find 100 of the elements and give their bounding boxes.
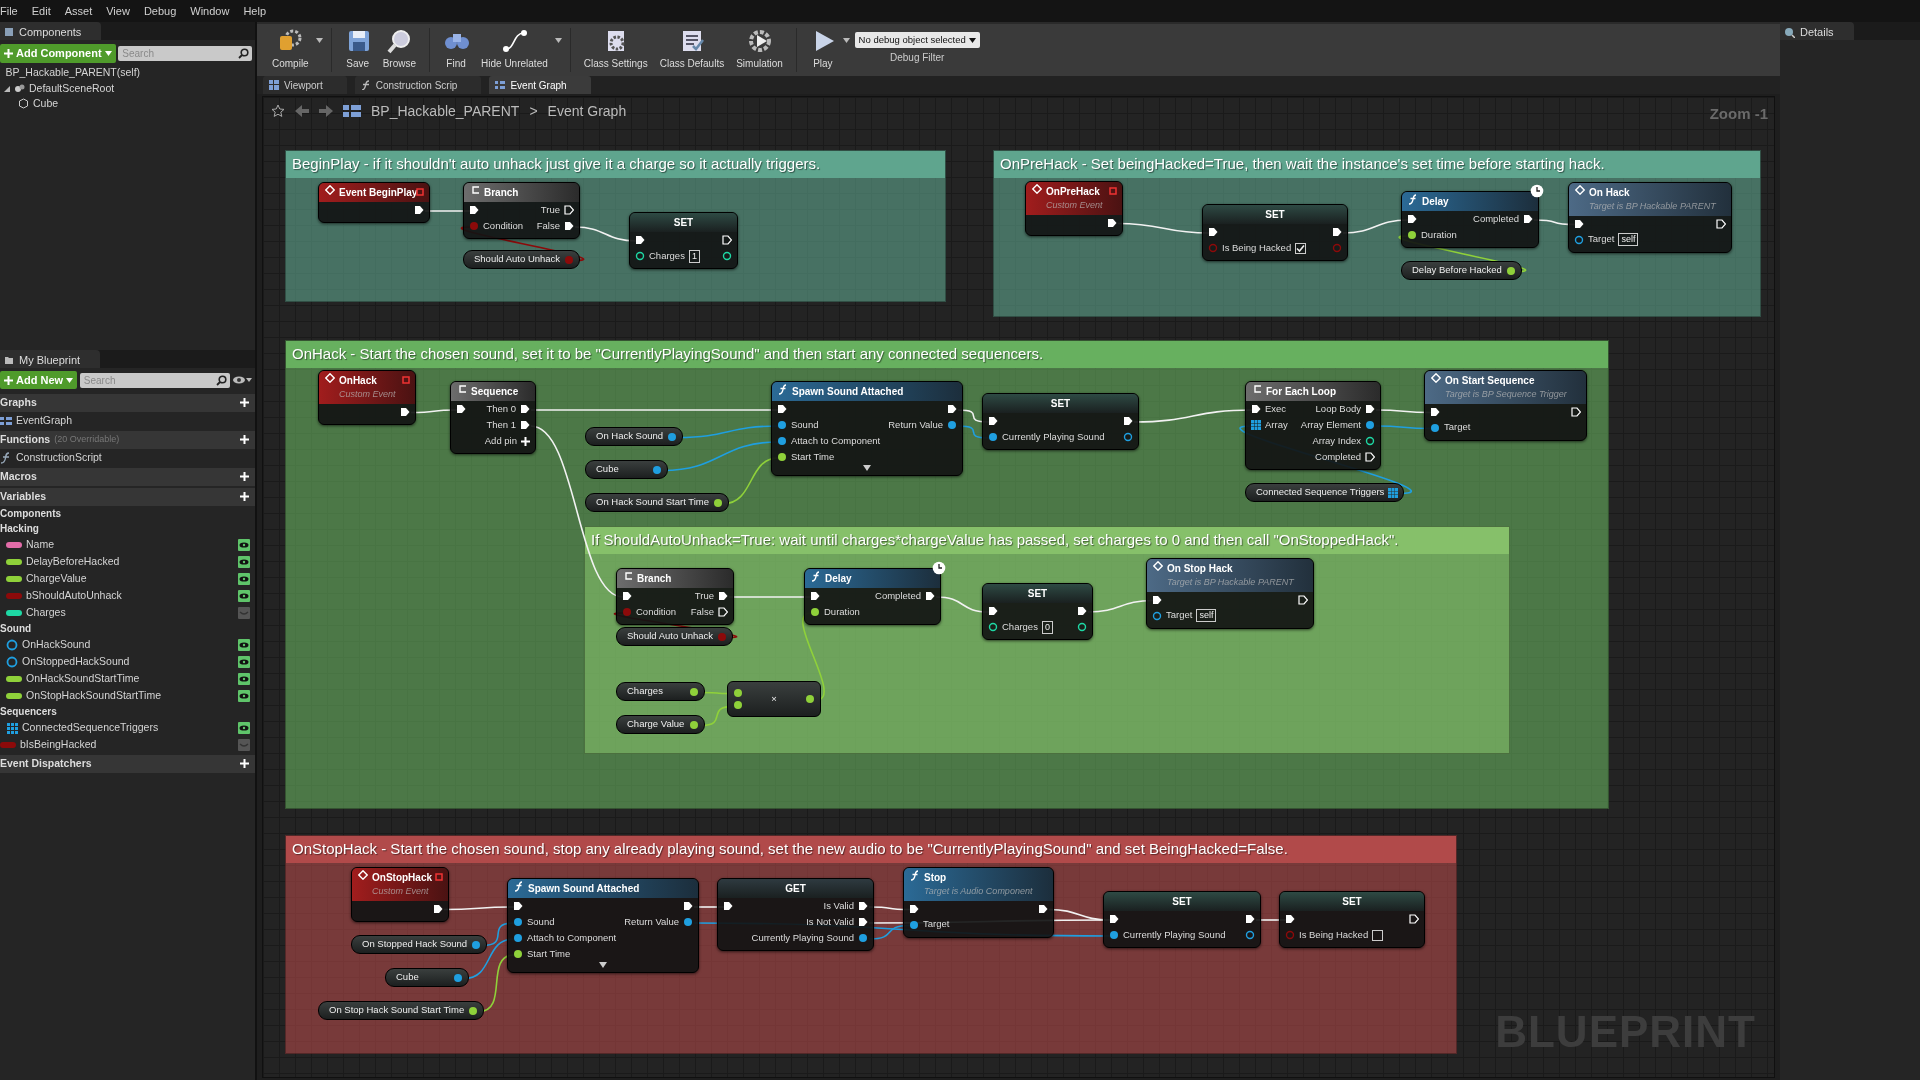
blueprint-node[interactable]: For Each Loop Exec Loop Body Array Array Element Array Index Completed [1245,381,1381,470]
variable-item[interactable]: OnHackSound [22,636,234,653]
exec-pin-icon[interactable] [1077,606,1087,616]
menu-item[interactable]: Edit [31,2,51,20]
delegate-pin-icon[interactable] [435,873,443,881]
add-plus-icon[interactable] [240,397,249,407]
exec-pin-icon[interactable] [520,404,530,414]
pin-icon[interactable] [1123,432,1133,442]
pin-icon[interactable] [1365,420,1375,430]
caret-icon[interactable] [554,38,562,43]
star-icon[interactable] [271,104,285,118]
variable-category[interactable]: Sequencers [0,704,255,719]
caret-icon[interactable] [842,38,850,43]
exec-pin-icon[interactable] [400,406,410,417]
eye-toggle-icon[interactable] [238,589,250,602]
blueprint-node[interactable]: SET Is Being Hacked [1202,204,1348,261]
panel-tab[interactable]: Components [0,22,102,40]
pin-icon[interactable] [652,464,662,475]
blueprint-node[interactable]: On Stop Hack Target is BP Hackable PARENT Target self [1146,558,1314,629]
pin-icon[interactable] [471,939,482,950]
pin-icon[interactable] [689,686,699,697]
menu-item[interactable]: View [106,2,130,20]
pin-icon[interactable] [1505,265,1516,276]
section-header[interactable]: Functions [0,432,51,448]
exec-pin-icon[interactable] [635,235,645,245]
section-header[interactable]: Variables [0,489,47,505]
pin-default-value[interactable]: self [1618,233,1639,246]
exec-pin-icon[interactable] [1571,406,1581,417]
exec-pin-icon[interactable] [1285,914,1295,924]
delegate-pin-icon[interactable] [1109,187,1117,195]
exec-pin-icon[interactable] [858,917,868,927]
exec-pin-icon[interactable] [1332,227,1342,237]
exec-pin-icon[interactable] [1430,406,1440,417]
search-field[interactable]: Search [79,372,216,388]
pin-icon[interactable] [777,452,787,462]
variable-item[interactable]: bShouldAutoUnhack [26,587,234,604]
menu-item[interactable]: Asset [64,2,93,20]
math-node[interactable]: × [727,681,821,717]
add-plus-icon[interactable] [240,471,249,481]
delegate-pin-icon[interactable] [416,188,424,196]
pin-icon[interactable] [513,917,523,927]
pin-default-value[interactable]: 0 [1041,620,1053,634]
editor-tab[interactable]: Event Graph [489,76,591,94]
exec-pin-icon[interactable] [1409,914,1419,924]
exec-pin-icon[interactable] [858,901,868,911]
exec-pin-icon[interactable] [513,901,523,911]
exec-pin-icon[interactable] [1407,214,1417,224]
back-arrow-icon[interactable] [295,105,309,117]
pin-icon[interactable] [988,622,998,632]
exec-pin-icon[interactable] [1208,227,1218,237]
section-header[interactable]: Graphs [0,395,37,411]
exec-pin-icon[interactable] [1038,903,1048,914]
forward-arrow-icon[interactable] [319,105,333,117]
blueprint-node[interactable]: Event BeginPlay [318,182,430,223]
add-plus-icon[interactable] [240,758,249,768]
exec-pin-icon[interactable] [947,404,957,414]
blueprint-node[interactable]: On Hack Target is BP Hackable PARENT Target self [1568,182,1732,253]
menu-item[interactable]: Debug [143,2,177,20]
exec-pin-icon[interactable] [777,404,787,414]
pin-icon[interactable] [805,694,815,704]
blueprint-node[interactable]: Spawn Sound Attached Sound Return Value Attach to Component Start Time [507,878,699,973]
exec-pin-icon[interactable] [909,903,919,914]
blueprint-node[interactable]: Branch True Condition False [616,568,734,625]
section-header[interactable]: Macros [0,469,37,485]
blueprint-node[interactable]: On Start Sequence Target is BP Sequence Trigger Target [1424,370,1587,441]
eye-toggle-icon[interactable] [238,572,250,585]
pin-icon[interactable] [1077,622,1087,632]
pin-icon[interactable] [513,949,523,959]
exec-pin-icon[interactable] [925,591,935,601]
variable-item[interactable]: OnStopHackSoundStartTime [26,687,234,704]
delegate-pin-icon[interactable] [402,376,410,384]
exec-pin-icon[interactable] [520,420,530,430]
expand-arrow-icon[interactable] [599,962,607,968]
pin-icon[interactable] [777,420,787,430]
pin-icon[interactable] [468,1005,479,1016]
pin-checkbox[interactable] [1372,929,1384,941]
variable-getter-node[interactable]: Should Auto Unhack [463,250,581,269]
toolbar-button[interactable]: Find [438,28,475,71]
eye-toggle-icon[interactable] [238,538,250,551]
eye-toggle-icon[interactable] [238,721,250,734]
exec-pin-icon[interactable] [1107,217,1117,228]
add-plus-icon[interactable] [240,434,249,444]
exec-pin-icon[interactable] [722,235,732,245]
exec-pin-icon[interactable] [1716,218,1726,229]
blueprint-node[interactable]: Spawn Sound Attached Sound Return Value Attach to Component Start Time [771,381,963,476]
exec-pin-icon[interactable] [988,416,998,426]
breadcrumb-item[interactable]: BP_Hackable_PARENT [371,100,520,122]
exec-pin-icon[interactable] [1109,914,1119,924]
pin-icon[interactable] [909,919,919,930]
variable-getter-node[interactable]: Delay Before Hacked [1401,261,1522,280]
variable-item[interactable]: ChargeValue [26,570,234,587]
variable-getter-node[interactable]: On Hack Sound [585,427,684,446]
component-item[interactable]: DefaultSceneRoot [29,80,250,97]
array-pin-icon[interactable] [1388,487,1399,498]
toolbar-button[interactable]: Class Defaults [654,28,730,71]
toolbar-button[interactable]: Compile [267,28,314,71]
closed-eye-toggle-icon[interactable] [238,738,250,751]
toolbar-button[interactable]: Browse [377,28,422,71]
exec-pin-icon[interactable] [1298,594,1308,605]
variable-getter-node[interactable]: Charge Value [616,715,705,734]
